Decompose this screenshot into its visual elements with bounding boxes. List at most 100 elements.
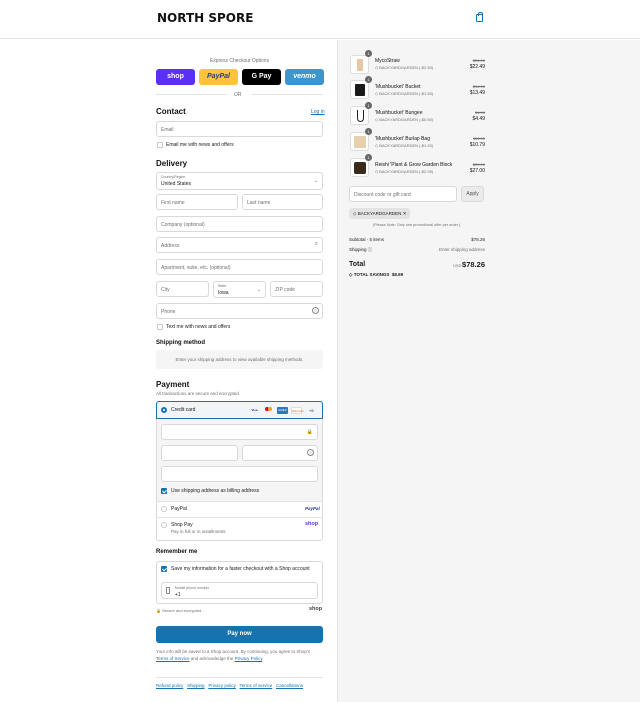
first-name-field[interactable]: First name [156, 194, 238, 210]
apply-button[interactable]: Apply [461, 186, 484, 202]
phone-field[interactable]: Phone ? [156, 303, 323, 319]
tag-icon: ◇ [375, 143, 379, 148]
shipping-method-message: Enter your shipping address to view avai… [175, 357, 304, 362]
privacy-policy-link[interactable]: Privacy Policy [235, 656, 263, 661]
product-image [350, 106, 369, 125]
logo[interactable]: NORTH SPORE [157, 11, 253, 25]
item-discount: ◇ BACKYARDGARDEN (-$0.50) [375, 117, 433, 122]
subtotal-value: $78.26 [471, 237, 485, 242]
item-price: $4.49 [472, 116, 485, 122]
legal-text-part: and acknowledge the [190, 656, 234, 661]
item-price: $27.00 [469, 168, 485, 174]
first-name-placeholder: First name [161, 200, 185, 206]
total-savings-value: $8.69 [391, 272, 404, 277]
shipping-link[interactable]: Shipping [187, 683, 205, 688]
cancellations-link[interactable]: Cancellations [276, 683, 303, 688]
address-placeholder: Address [161, 243, 180, 249]
apartment-field[interactable]: Apartment, suite, etc. (optional) [156, 259, 323, 275]
paypal-button[interactable]: PayPal [199, 69, 238, 85]
address-field[interactable]: Address ⌕ [156, 237, 323, 253]
help-icon[interactable]: ⓘ [368, 247, 373, 252]
item-name: MycoStraw [375, 58, 400, 64]
tag-icon: ◇ [375, 169, 379, 174]
shipping-method-heading: Shipping method [156, 340, 205, 346]
company-field[interactable]: Company (optional) [156, 216, 323, 232]
lock-icon: 🔒 [156, 608, 161, 613]
pay-now-button[interactable]: Pay now [156, 626, 323, 643]
tag-icon: ◇ [375, 91, 379, 96]
mastercard-icon [263, 407, 274, 414]
search-icon: ⌕ [314, 241, 318, 247]
name-on-card-field[interactable] [161, 466, 318, 482]
shop-pay-radio[interactable] [161, 522, 167, 528]
zip-placeholder: ZIP code [275, 287, 295, 293]
mobile-phone-field[interactable]: Mobile phone number +1 [161, 582, 318, 599]
billing-address-checkbox[interactable] [161, 488, 167, 494]
paypal-radio[interactable] [161, 506, 167, 512]
divider [156, 517, 323, 518]
total-label: Total [349, 261, 366, 268]
refund-policy-link[interactable]: Refund policy [156, 683, 183, 688]
discount-code-field[interactable]: Discount code or gift card [349, 186, 457, 202]
legal-text-part: Your info will be saved to a Shop accoun… [156, 649, 311, 654]
product-image [350, 80, 369, 99]
country-select[interactable]: Country/Region United States ⌄ [156, 172, 323, 190]
quantity-badge: 1 [365, 50, 372, 57]
product-image [350, 132, 369, 151]
save-info-checkbox[interactable] [161, 566, 167, 572]
venmo-label: venmo [293, 73, 316, 80]
shop-logo: shop [309, 606, 323, 612]
terms-of-service-link[interactable]: Terms of service [240, 683, 273, 688]
discover-icon: Discover [291, 407, 304, 414]
item-original-price: $11.99 [473, 136, 485, 141]
shopping-bag-icon[interactable] [476, 12, 483, 22]
payment-heading: Payment [156, 380, 190, 389]
express-checkout-title: Express Checkout Options [209, 58, 270, 64]
divider [156, 94, 227, 95]
card-number-field[interactable]: 🔒 [161, 424, 318, 440]
last-name-field[interactable]: Last name [242, 194, 323, 210]
mobile-phone-icon [166, 587, 170, 594]
contact-heading: Contact [156, 107, 186, 116]
expiration-field[interactable] [161, 445, 238, 461]
text-news-checkbox[interactable] [157, 324, 163, 330]
venmo-button[interactable]: venmo [285, 69, 324, 85]
login-link[interactable]: Log in [311, 109, 325, 115]
help-icon[interactable]: ? [307, 449, 314, 456]
delivery-heading: Delivery [156, 159, 188, 168]
security-code-field[interactable]: ? [242, 445, 318, 461]
shop-pay-label: Shop Pay [171, 522, 193, 528]
email-news-checkbox[interactable] [157, 142, 163, 148]
item-discount-code: BACKYARDGARDEN (-$2.99) [379, 169, 434, 174]
shop-pay-button[interactable]: shop [156, 69, 195, 85]
credit-card-radio[interactable] [161, 407, 167, 413]
logo-text: NORTH SPORE [157, 11, 254, 25]
help-icon[interactable]: ? [312, 307, 319, 314]
close-icon[interactable]: ✕ [403, 211, 407, 216]
zip-field[interactable]: ZIP code [270, 281, 323, 297]
shop-pay-subtitle: Pay in full or in installments [171, 529, 226, 534]
tag-icon: ◇ [353, 211, 357, 216]
payment-subtitle: All transactions are secure and encrypte… [156, 391, 241, 396]
mobile-phone-label: Mobile phone number [175, 586, 209, 590]
privacy-policy-link[interactable]: Privacy policy [208, 683, 236, 688]
divider [252, 94, 323, 95]
item-discount: ◇ BACKYARDGARDEN (-$1.20) [375, 143, 433, 148]
item-discount-code: BACKYARDGARDEN (-$1.20) [379, 143, 434, 148]
state-select[interactable]: State Iowa ⌄ [213, 281, 266, 298]
item-discount: ◇ BACKYARDGARDEN (-$2.50) [375, 65, 433, 70]
google-pay-button[interactable]: G Pay [242, 69, 281, 85]
city-field[interactable]: City [156, 281, 209, 297]
applied-discount-tag: ◇ BACKYARDGARDEN ✕ [349, 208, 411, 219]
email-field[interactable]: Email [156, 121, 323, 137]
discount-code-placeholder: Discount code or gift card [354, 192, 411, 198]
item-discount-code: BACKYARDGARDEN (-$0.50) [379, 117, 434, 122]
terms-of-service-link[interactable]: Terms of Service [156, 656, 190, 661]
paypal-logo: PayPal [305, 506, 320, 511]
item-original-price: $14.99 [472, 84, 485, 89]
shop-pay-label: shop [167, 73, 184, 80]
visa-icon: Visa [251, 408, 258, 412]
chevron-down-icon: ⌄ [313, 178, 318, 184]
tag-icon: ◇ [375, 117, 379, 122]
total-savings-label: TOTAL SAVINGS [353, 272, 390, 277]
